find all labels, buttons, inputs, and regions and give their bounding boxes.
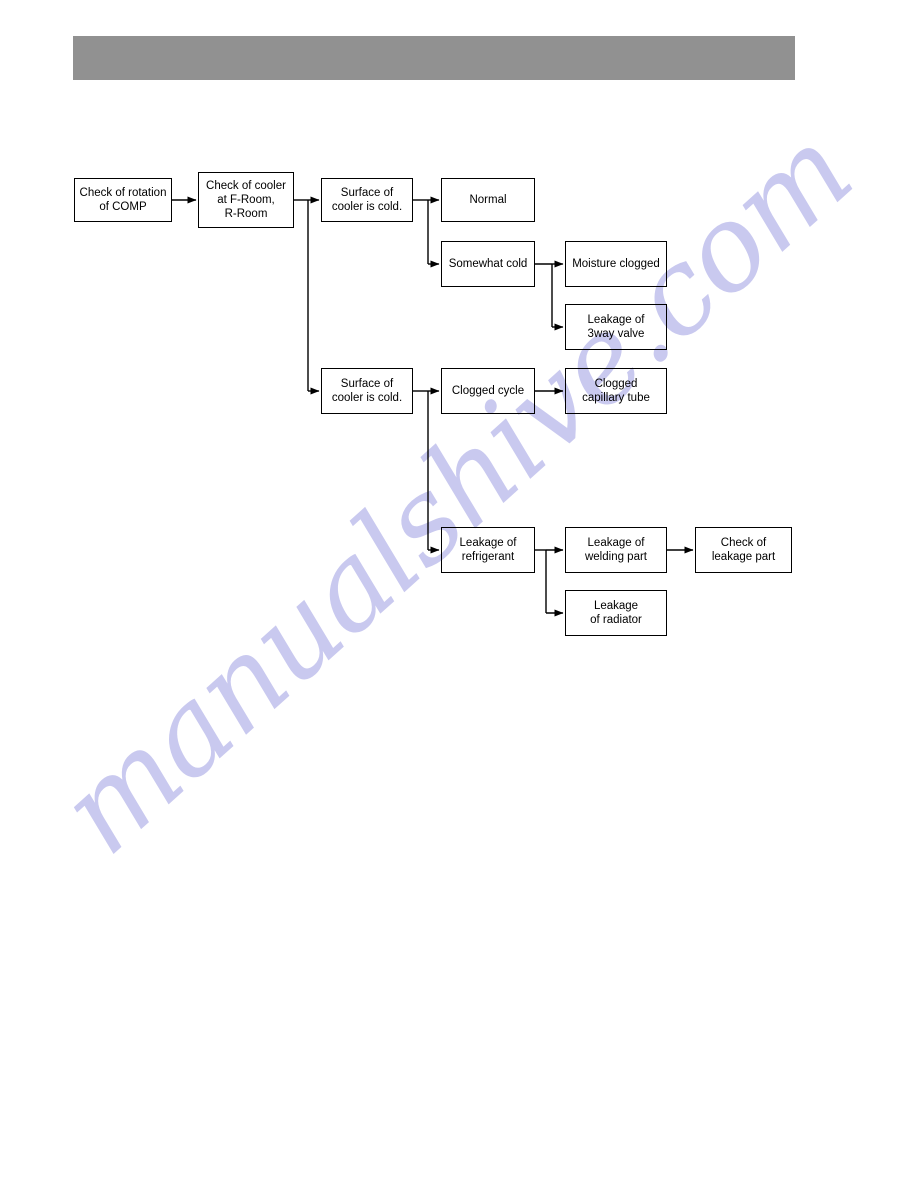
document-page: manualshive.com Check of rotation of COM…	[0, 0, 918, 1188]
node-check-of-rotation-of-comp[interactable]: Check of rotation of COMP	[74, 178, 172, 222]
node-check-of-cooler-at-f-room-r-room[interactable]: Check of cooler at F-Room, R-Room	[198, 172, 294, 228]
node-leakage-of-welding-part[interactable]: Leakage of welding part	[565, 527, 667, 573]
troubleshooting-flowchart: Check of rotation of COMP Check of coole…	[0, 0, 918, 1188]
node-somewhat-cold[interactable]: Somewhat cold	[441, 241, 535, 287]
node-surface-of-cooler-is-cold-lower[interactable]: Surface of cooler is cold.	[321, 368, 413, 414]
node-check-of-leakage-part[interactable]: Check of leakage part	[695, 527, 792, 573]
node-clogged-cycle[interactable]: Clogged cycle	[441, 368, 535, 414]
node-normal[interactable]: Normal	[441, 178, 535, 222]
node-moisture-clogged[interactable]: Moisture clogged	[565, 241, 667, 287]
node-surface-of-cooler-is-cold-upper[interactable]: Surface of cooler is cold.	[321, 178, 413, 222]
node-leakage-of-3way-valve[interactable]: Leakage of 3way valve	[565, 304, 667, 350]
node-leakage-of-radiator[interactable]: Leakage of radiator	[565, 590, 667, 636]
node-leakage-of-refrigerant[interactable]: Leakage of refrigerant	[441, 527, 535, 573]
node-clogged-capillary-tube[interactable]: Clogged capillary tube	[565, 368, 667, 414]
